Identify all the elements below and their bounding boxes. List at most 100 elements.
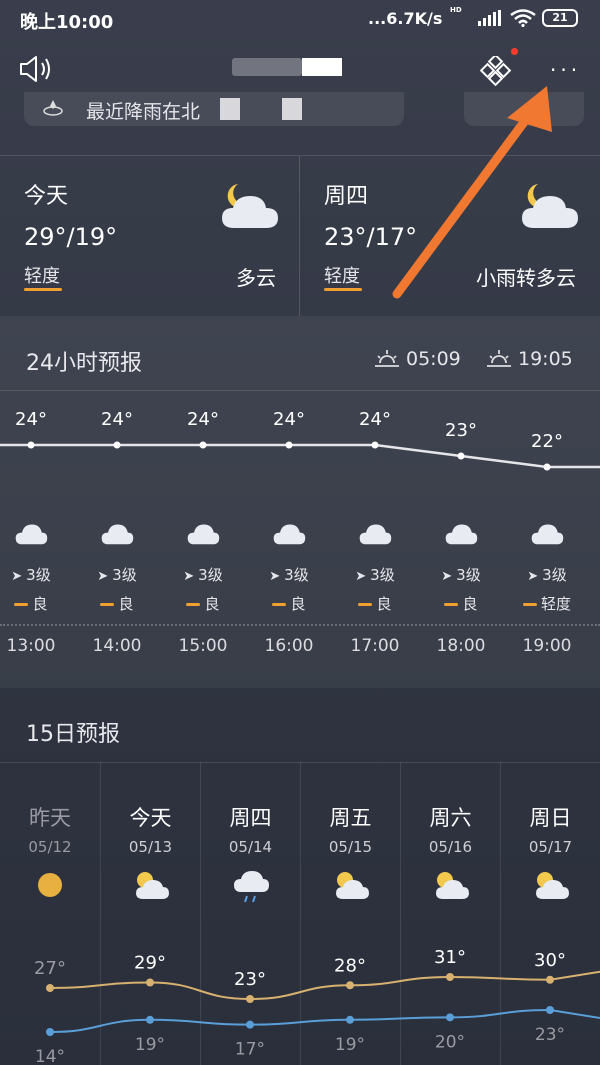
city-title-redacted[interactable] (232, 52, 342, 82)
sunrise-icon (375, 350, 399, 367)
hourly-temp-point (199, 441, 207, 449)
aqi-label: 轻度 (540, 595, 571, 613)
wind-direction-icon: ➤ (269, 569, 281, 584)
hourly-wind: ➤ 3级 (246, 564, 332, 585)
daily-high-point (146, 978, 154, 987)
hourly-temp-point (457, 452, 465, 460)
hourly-wind: ➤ 3级 (0, 564, 74, 585)
aqi-bar (444, 603, 459, 606)
signal-icon (478, 10, 501, 26)
daily-high-point (446, 973, 454, 981)
hourly-aqi: 良 (0, 593, 74, 614)
hourly-temp-label: 22° (531, 431, 563, 452)
hourly-time: 16:00 (264, 636, 314, 656)
hourly-wind: ➤ 3级 (332, 564, 418, 585)
aqi-bar (186, 603, 201, 606)
hourly-time: 15:00 (178, 636, 228, 656)
daily-low-point (346, 1015, 354, 1024)
hourly-temp-label: 24° (273, 409, 305, 430)
aqi-label: 良 (376, 595, 392, 613)
daily-high-label: 28° (334, 955, 366, 976)
daily-high-line (49, 970, 600, 1001)
battery-level: 21 (552, 11, 568, 24)
daily-high-label: 30° (534, 950, 566, 971)
divider (299, 156, 300, 316)
wind-direction-icon: ➤ (441, 569, 453, 584)
day-card-temp: 29°/19° (24, 223, 118, 251)
wind-level: 3级 (112, 566, 137, 584)
wind-direction-icon: ➤ (355, 569, 367, 584)
divider (0, 390, 600, 391)
hourly-aqi: 良 (74, 593, 160, 614)
hourly-time: 19:00 (522, 636, 572, 656)
aqi-bar (324, 288, 362, 291)
hourly-time: 14:00 (92, 636, 142, 656)
daily-high-point (246, 995, 254, 1003)
wind-level: 3级 (456, 566, 481, 584)
location-pin-icon (43, 100, 63, 116)
redacted-block (282, 98, 302, 120)
hourly-aqi: 良 (246, 593, 332, 614)
cloudy-icon (504, 520, 590, 551)
aqi-label: 良 (290, 595, 306, 613)
daily-title: 15日预报 (26, 722, 120, 747)
hourly-aqi: 轻度 (504, 593, 590, 614)
hourly-wind: ➤ 3级 (160, 564, 246, 585)
daily-low-label: 14° (35, 1047, 65, 1065)
partly-cloudy-night-icon (222, 184, 278, 228)
cloudy-icon (246, 520, 332, 551)
aqi-label: 良 (462, 595, 478, 613)
cloudy-icon (0, 520, 74, 551)
aqi-bar (24, 288, 62, 291)
cloudy-icon (74, 520, 160, 551)
sunset-icon (487, 350, 511, 367)
wind-level: 3级 (284, 566, 309, 584)
daily-low-label: 19° (335, 1035, 365, 1055)
daily-low-label: 20° (435, 1032, 465, 1052)
sunrise-time: 05:09 (406, 348, 461, 370)
hourly-temp-label: 24° (15, 409, 47, 430)
daily-high-label: 29° (134, 953, 166, 974)
daily-low-label: 19° (135, 1035, 165, 1055)
hourly-timeline (0, 624, 600, 626)
daily-high-label: 31° (434, 947, 466, 968)
wind-level: 3级 (26, 566, 51, 584)
daily-low-label: 23° (535, 1025, 565, 1045)
rain-notice-text: 最近降雨在北 (86, 101, 201, 123)
hourly-aqi: 良 (332, 593, 418, 614)
aqi-bar (14, 603, 29, 606)
more-icon[interactable]: ··· (550, 60, 581, 80)
network-speed: ...6.7K/s (368, 9, 443, 28)
hourly-temp-point (27, 441, 35, 449)
daily-temperature-chart: 27° 14° 29° 19° 23° 17° 28° 19° 31° 20° 30° 23° (34, 947, 600, 1065)
status-time: 晚上10:00 (20, 12, 114, 33)
daily-high-point (46, 984, 54, 992)
wind-direction-icon: ➤ (11, 569, 23, 584)
hourly-wind: ➤ 3级 (418, 564, 504, 585)
wind-direction-icon: ➤ (527, 569, 539, 584)
hourly-aqi: 良 (160, 593, 246, 614)
battery-icon: 21 (542, 9, 578, 27)
hourly-time: 13:00 (6, 636, 56, 656)
hourly-temp-point (113, 441, 121, 449)
hourly-aqi: 良 (418, 593, 504, 614)
aqi-label: 良 (118, 595, 134, 613)
hourly-temp-label: 24° (101, 409, 133, 430)
aqi-label: 良 (204, 595, 220, 613)
daily-low-point (146, 1015, 154, 1024)
daily-high-label: 27° (34, 958, 66, 979)
rain-notice[interactable]: 最近降雨在北 (24, 92, 404, 126)
speaker-icon[interactable] (18, 54, 54, 84)
cloudy-icon (332, 520, 418, 551)
hourly-temp-point (371, 441, 379, 449)
wind-direction-icon: ➤ (183, 569, 195, 584)
wind-level: 3级 (542, 566, 567, 584)
hourly-wind: ➤ 3级 (504, 564, 590, 585)
aqi-bar (100, 603, 115, 606)
wind-level: 3级 (370, 566, 395, 584)
hourly-temp-label: 24° (187, 409, 219, 430)
hourly-wind: ➤ 3级 (74, 564, 160, 585)
daily-high-point (346, 981, 354, 990)
day-card-today[interactable]: 今天 29°/19° 轻度 多云 (0, 156, 300, 316)
daily-high-point (546, 975, 554, 984)
